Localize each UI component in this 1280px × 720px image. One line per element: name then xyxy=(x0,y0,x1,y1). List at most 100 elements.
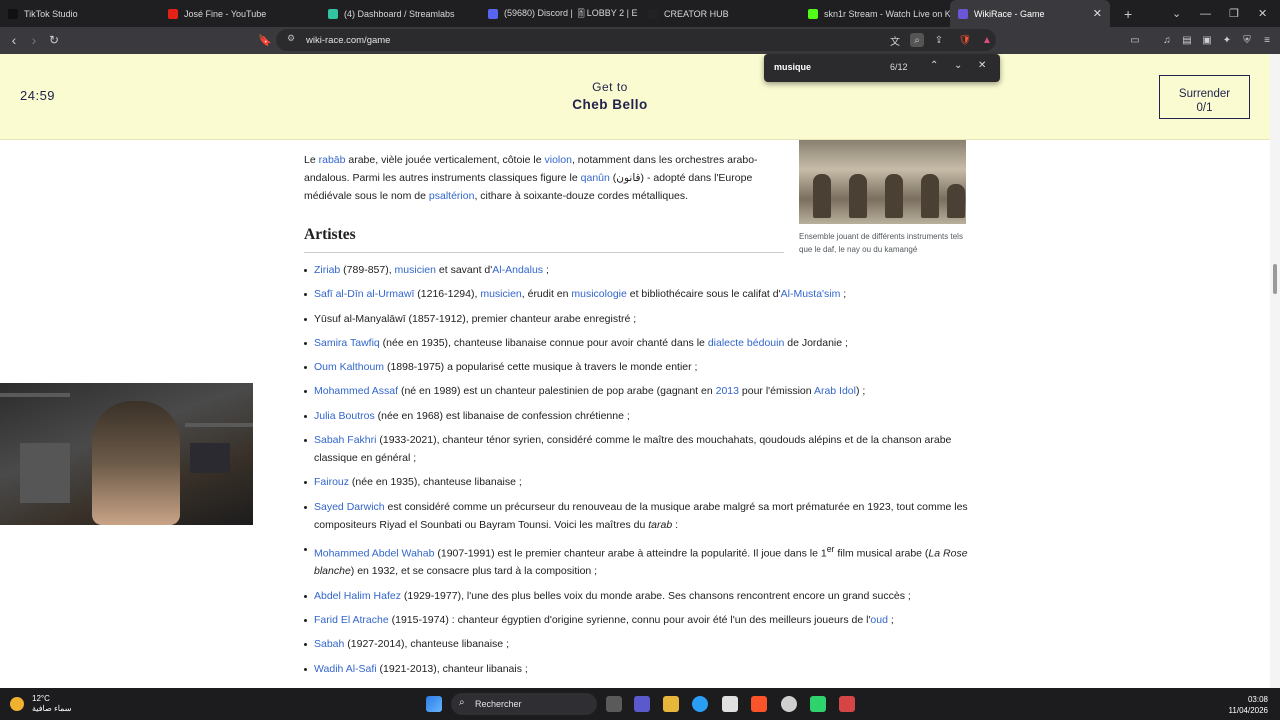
bookmark-icon[interactable]: 🔖 xyxy=(255,34,275,47)
text-segment: arabe, vièle jouée verticalement, côtoie… xyxy=(345,154,545,166)
wiki-link[interactable]: Sabah Fakhri xyxy=(314,434,376,446)
find-bar: musique 6/12 ⌃ ⌄ ✕ xyxy=(764,54,1000,82)
brave-shields-icon[interactable]: 🛡 xyxy=(958,33,972,47)
wiki-link[interactable]: Sayed Darwich xyxy=(314,501,385,513)
list-item: Mohammed Assaf (né en 1989) est un chant… xyxy=(304,382,974,400)
wiki-link[interactable]: Julia Boutros xyxy=(314,410,375,422)
wallet-icon[interactable]: ▣ xyxy=(1200,33,1214,47)
wiki-link[interactable]: Oum Kalthoum xyxy=(314,361,384,373)
site-info-icon[interactable]: ⚙ xyxy=(287,33,295,44)
wiki-link[interactable]: Al-Andalus xyxy=(492,264,543,276)
edge-icon[interactable] xyxy=(692,696,708,712)
ai-icon[interactable]: ✦ xyxy=(1220,33,1234,47)
forward-icon[interactable]: › xyxy=(24,32,44,48)
maximize-icon[interactable]: ❐ xyxy=(1229,0,1239,27)
wiki-link[interactable]: Mohammed Assaf xyxy=(314,385,398,397)
text-segment: et savant d' xyxy=(435,264,493,276)
wiki-link[interactable]: dialecte bédouin xyxy=(708,337,784,349)
text-segment: ) en 1932, et se consacre plus tard à la… xyxy=(350,565,598,578)
wiki-link[interactable]: Al-Musta'sim xyxy=(781,288,841,300)
close-window-icon[interactable]: ✕ xyxy=(1258,0,1267,27)
music-icon[interactable]: ♫ xyxy=(1160,33,1174,47)
new-tab-icon[interactable]: + xyxy=(1124,6,1132,22)
text-segment: (1216-1294), xyxy=(414,288,481,301)
wiki-link[interactable]: qanûn xyxy=(581,172,610,184)
wiki-link[interactable]: musicien xyxy=(480,288,521,300)
obs-icon[interactable] xyxy=(781,696,797,712)
minimize-icon[interactable]: — xyxy=(1200,0,1211,27)
wiki-link[interactable]: rabāb xyxy=(319,154,346,166)
weather-widget[interactable]: 12°C سماء صافية xyxy=(10,694,72,714)
teams-icon[interactable] xyxy=(634,696,650,712)
find-count: 6/12 xyxy=(890,62,908,72)
wiki-link[interactable]: Samira Tawfiq xyxy=(314,337,380,349)
browser-tab-strip: TikTok Studio José Fine - YouTube (4) Dash… xyxy=(0,0,1280,27)
url-text: wiki-race.com/game xyxy=(306,34,391,46)
text-segment: ; xyxy=(840,288,847,301)
page-scrollbar[interactable] xyxy=(1270,54,1280,688)
browser-tab[interactable]: TikTok Studio xyxy=(0,0,160,27)
streamlabs-taskbar-icon[interactable] xyxy=(810,696,826,712)
text-segment: ) ; xyxy=(855,385,866,398)
intro-paragraph: Le rabāb arabe, vièle jouée verticalemen… xyxy=(304,151,774,205)
brave-rewards-icon[interactable]: ▲ xyxy=(980,33,994,47)
wiki-link[interactable]: Ziriab xyxy=(314,264,340,276)
find-previous-icon[interactable]: ⌃ xyxy=(930,60,938,71)
find-next-icon[interactable]: ⌄ xyxy=(954,60,962,71)
text-segment: (1927-2014), chanteuse libanaise ; xyxy=(344,638,509,651)
text-segment: (1898-1975) a popularisé cette musique à… xyxy=(384,361,698,374)
find-in-page-icon[interactable]: ⌕ xyxy=(910,33,924,47)
text-segment: (1915-1974) : chanteur égyptien d'origin… xyxy=(388,614,871,627)
scrollbar-thumb[interactable] xyxy=(1273,264,1277,294)
find-close-icon[interactable]: ✕ xyxy=(978,60,986,71)
wiki-link[interactable]: Safī al-Dīn al-Urmawī xyxy=(314,288,414,300)
share-icon[interactable]: ⇪ xyxy=(932,33,946,47)
wiki-link[interactable]: Arab Idol xyxy=(814,385,856,397)
tab-label: CREATOR HUB xyxy=(664,8,729,19)
wiki-link[interactable]: Mohammed Abdel Wahab xyxy=(314,547,434,559)
wiki-link[interactable]: musicologie xyxy=(571,288,626,300)
browser-tab[interactable]: (59680) Discord | 🎚LOBBY 2 | E xyxy=(480,0,640,27)
wiki-link[interactable]: Sabah xyxy=(314,638,344,650)
browser-tab[interactable]: CREATOR HUB xyxy=(640,0,800,27)
wiki-link[interactable]: oud xyxy=(870,614,888,626)
wiki-link[interactable]: Wadih Al-Safi xyxy=(314,663,377,675)
text-segment: (né en 1989) est un chanteur palestinien… xyxy=(398,385,716,398)
store-icon[interactable] xyxy=(722,696,738,712)
back-icon[interactable]: ‹ xyxy=(4,32,24,48)
system-clock[interactable]: 03:08 11/04/2026 xyxy=(1229,694,1268,716)
taskbar-search[interactable]: ⌕ Rechercher xyxy=(451,693,597,715)
menu-icon[interactable]: ≡ xyxy=(1260,33,1274,47)
wiki-link[interactable]: Fairouz xyxy=(314,476,349,488)
creatorhub-icon xyxy=(648,8,658,19)
wiki-link[interactable]: Abdel Halim Hafez xyxy=(314,590,401,602)
moon-weather-icon xyxy=(10,697,24,711)
list-item: Samira Tawfiq (née en 1935), chanteuse l… xyxy=(304,334,974,352)
close-tab-icon[interactable]: ✕ xyxy=(1093,7,1102,20)
vpn-icon[interactable]: ⛨ xyxy=(1240,33,1254,47)
browser-tab[interactable]: José Fine - YouTube xyxy=(160,0,320,27)
wiki-link[interactable]: musicien xyxy=(395,264,436,276)
wiki-link[interactable]: violon xyxy=(545,154,572,166)
wiki-link[interactable]: psaltérion xyxy=(429,190,475,202)
reload-icon[interactable]: ↻ xyxy=(44,33,64,47)
ensemble-image[interactable] xyxy=(799,140,966,224)
app-icon[interactable] xyxy=(839,696,855,712)
start-icon[interactable] xyxy=(426,696,442,712)
translate-icon[interactable]: 文 xyxy=(888,33,902,48)
wiki-link[interactable]: Farid El Atrache xyxy=(314,614,389,626)
find-input[interactable]: musique xyxy=(774,62,811,72)
reader-icon[interactable]: ▤ xyxy=(1180,33,1194,47)
surrender-label: Surrender xyxy=(1178,87,1231,100)
artists-list: Ziriab (789-857), musicien et savant d'A… xyxy=(304,261,974,688)
browser-tab[interactable]: skn1r Stream - Watch Live on Ki xyxy=(800,0,950,27)
wiki-link[interactable]: 2013 xyxy=(716,385,739,397)
browser-tab[interactable]: WikiRace - Game ✕ xyxy=(950,0,1110,27)
sidebar-toggle-icon[interactable]: ▭ xyxy=(1128,33,1142,47)
task-view-icon[interactable] xyxy=(606,696,622,712)
brave-icon[interactable] xyxy=(751,696,767,712)
browser-tab[interactable]: (4) Dashboard / Streamlabs xyxy=(320,0,480,27)
surrender-button[interactable]: Surrender 0/1 xyxy=(1159,75,1250,119)
file-explorer-icon[interactable] xyxy=(663,696,679,712)
tab-search-chevron-icon[interactable]: ⌄ xyxy=(1172,0,1181,27)
